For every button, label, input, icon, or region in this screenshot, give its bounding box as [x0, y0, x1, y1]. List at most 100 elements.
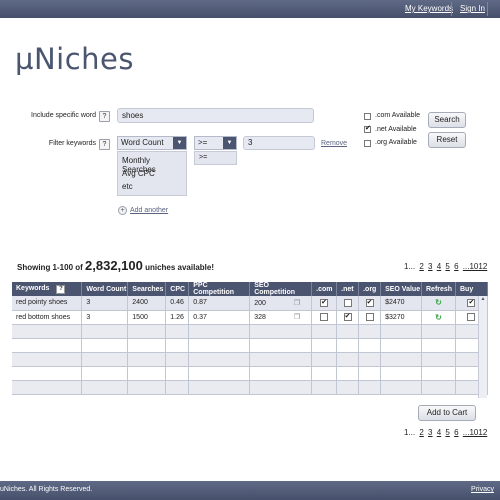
- buy-checkbox[interactable]: [467, 313, 476, 321]
- reset-button[interactable]: Reset: [428, 132, 466, 148]
- copy-icon[interactable]: ❐: [294, 314, 300, 321]
- col-org[interactable]: .org: [358, 282, 382, 296]
- filter-field-options: Monthly Searches Avg CPC etc: [117, 151, 187, 196]
- refresh-icon[interactable]: ↻: [435, 298, 442, 307]
- filter-field-select[interactable]: Word Count ▼: [117, 136, 187, 150]
- operator-value: >=: [198, 138, 208, 147]
- add-to-cart-button[interactable]: Add to Cart: [418, 405, 476, 421]
- empty-row: [12, 338, 489, 353]
- empty-row: [12, 380, 489, 395]
- my-keywords-link[interactable]: My Keywords: [405, 4, 453, 13]
- col-buy[interactable]: Buy: [455, 282, 489, 296]
- cell-searches: 1500: [127, 310, 167, 325]
- cell-keyword: red bottom shoes: [12, 310, 83, 325]
- table-row[interactable]: red pointy shoes 3 2400 0.46 0.87 200 ❐ $…: [12, 296, 489, 311]
- empty-row: [12, 324, 489, 339]
- table-scrollbar[interactable]: ▲: [478, 296, 487, 398]
- sign-in-link[interactable]: Sign In: [460, 4, 485, 13]
- col-com[interactable]: .com: [311, 282, 338, 296]
- col-ppc-competition[interactable]: PPC Competition: [188, 282, 251, 296]
- col-keywords[interactable]: Keywords ?: [12, 282, 83, 296]
- option-monthly-searches[interactable]: Monthly Searches: [118, 154, 186, 174]
- page-link[interactable]: 5: [445, 428, 449, 437]
- page-link[interactable]: 4: [437, 262, 441, 271]
- net-available-checkbox[interactable]: [364, 126, 371, 133]
- plus-icon[interactable]: +: [118, 206, 127, 215]
- page-link[interactable]: 3: [428, 262, 432, 271]
- include-word-input[interactable]: shoes: [117, 108, 314, 123]
- col-refresh[interactable]: Refresh: [421, 282, 456, 296]
- col-searches[interactable]: Searches: [127, 282, 167, 296]
- cell-org: [358, 310, 382, 325]
- copy-icon[interactable]: ❐: [294, 300, 300, 307]
- page-link[interactable]: 3: [428, 428, 432, 437]
- results-table: Keywords ? Word Count Searches CPC PPC C…: [12, 282, 489, 395]
- org-available-checkbox[interactable]: [364, 140, 371, 147]
- col-cpc[interactable]: CPC: [165, 282, 190, 296]
- option-avg-cpc[interactable]: Avg CPC: [118, 167, 186, 180]
- page-last[interactable]: ...1012: [463, 428, 487, 437]
- col-seo-value[interactable]: SEO Value: [380, 282, 422, 296]
- com-available-checkbox[interactable]: [364, 113, 371, 120]
- org-available-label: .org Available: [375, 139, 417, 146]
- option-gte[interactable]: >=: [195, 152, 236, 165]
- results-summary: Showing 1-100 of 2,832,100 uniches avail…: [17, 258, 214, 273]
- top-bar: My Keywords Sign In: [0, 0, 500, 18]
- refresh-icon[interactable]: ↻: [435, 313, 442, 322]
- filter-keywords-label: Filter keywords: [48, 140, 96, 147]
- net-checkbox[interactable]: [343, 312, 352, 321]
- cell-net: [336, 310, 360, 325]
- com-checkbox[interactable]: [320, 313, 329, 321]
- buy-checkbox[interactable]: [467, 298, 476, 307]
- cell-ppc: 0.87: [188, 296, 251, 311]
- net-checkbox[interactable]: [343, 298, 352, 307]
- com-checkbox[interactable]: [320, 298, 329, 307]
- empty-row: [12, 352, 489, 367]
- cell-word-count: 3: [81, 310, 129, 325]
- cell-seo: 200 ❐: [249, 296, 313, 311]
- add-another-link[interactable]: Add another: [130, 207, 168, 214]
- cell-refresh: ↻: [421, 310, 456, 325]
- seo-value-text: 200: [254, 299, 266, 307]
- privacy-link[interactable]: Privacy: [471, 486, 494, 493]
- option-etc[interactable]: etc: [118, 180, 186, 193]
- org-checkbox[interactable]: [365, 313, 374, 321]
- cell-net: [336, 296, 360, 311]
- operator-select[interactable]: >= ▼: [194, 136, 237, 150]
- chevron-down-icon: ▼: [173, 137, 186, 149]
- include-word-label: Include specific word: [31, 112, 96, 119]
- cell-word-count: 3: [81, 296, 129, 311]
- footer: uNiches. All Rights Reserved. Privacy: [0, 481, 500, 500]
- page-link[interactable]: 6: [454, 428, 458, 437]
- page-link[interactable]: 2: [419, 428, 423, 437]
- col-keywords-label: Keywords: [16, 284, 50, 292]
- page-1[interactable]: 1...: [404, 262, 415, 271]
- filter-help-icon[interactable]: ?: [99, 139, 110, 150]
- help-icon[interactable]: ?: [56, 284, 66, 294]
- page-1[interactable]: 1...: [404, 428, 415, 437]
- cell-cpc: 1.26: [165, 310, 190, 325]
- col-net[interactable]: .net: [336, 282, 360, 296]
- filter-value-input[interactable]: 3: [243, 136, 315, 150]
- scroll-up-icon[interactable]: ▲: [479, 296, 487, 304]
- col-seo-competition[interactable]: SEO Competition: [249, 282, 313, 296]
- pagination-bottom: 1... 2 3 4 5 6 ...1012: [404, 428, 487, 437]
- page-last[interactable]: ...1012: [463, 262, 487, 271]
- page-link[interactable]: 5: [445, 262, 449, 271]
- include-help-icon[interactable]: ?: [99, 111, 110, 122]
- search-button[interactable]: Search: [428, 112, 466, 128]
- cell-com: [311, 310, 338, 325]
- filter-field-value: Word Count: [121, 138, 164, 147]
- table-row[interactable]: red bottom shoes 3 1500 1.26 0.37 328 ❐ $…: [12, 310, 489, 325]
- copyright-text: uNiches. All Rights Reserved.: [0, 486, 93, 493]
- remove-filter-link[interactable]: Remove: [321, 140, 347, 147]
- cell-keyword: red pointy shoes: [12, 296, 83, 311]
- org-checkbox[interactable]: [365, 298, 374, 307]
- page-link[interactable]: 2: [419, 262, 423, 271]
- cell-cpc: 0.46: [165, 296, 190, 311]
- page-link[interactable]: 6: [454, 262, 458, 271]
- page-link[interactable]: 4: [437, 428, 441, 437]
- pagination-top: 1... 2 3 4 5 6 ...1012: [404, 262, 487, 271]
- empty-row: [12, 366, 489, 381]
- col-word-count[interactable]: Word Count: [81, 282, 129, 296]
